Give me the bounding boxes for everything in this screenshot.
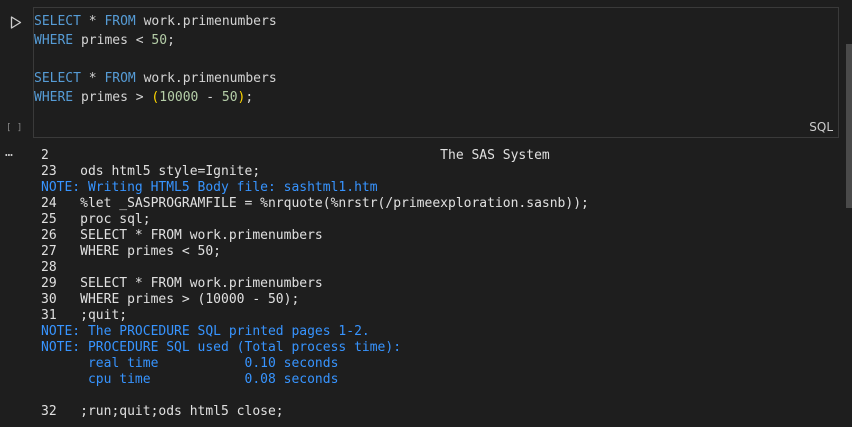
code-token: work.primenumbers — [135, 71, 277, 86]
log-line: 25 proc sql; — [41, 212, 151, 227]
code-token: FROM — [104, 14, 136, 29]
code-token: FROM — [104, 71, 136, 86]
log-line: 27 WHERE primes < 50; — [41, 244, 222, 259]
log-line: 31 ;quit; — [41, 308, 128, 323]
cell-language-label[interactable]: SQL — [809, 120, 833, 134]
code-token: SELECT — [34, 14, 81, 29]
log-line: 23 ods html5 style=Ignite; — [41, 164, 261, 179]
code-token: WHERE — [34, 33, 74, 48]
play-icon — [10, 15, 22, 29]
log-line: 24 %let _SASPROGRAMFILE = %nrquote(%nrst… — [41, 196, 589, 211]
code-line: WHERE primes > (10000 - 50); — [34, 88, 277, 107]
code-token: WHERE — [34, 90, 74, 105]
log-note-line: NOTE: PROCEDURE SQL used (Total process … — [41, 340, 402, 355]
cell-output-log: 2 The SAS System 23 ods html5 style=Ignit… — [41, 148, 589, 420]
code-token: primes < — [73, 33, 152, 48]
output-scrollbar[interactable] — [846, 44, 852, 208]
log-note-line: real time 0.10 seconds — [41, 356, 339, 371]
log-line: 30 WHERE primes > (10000 - 50); — [41, 292, 300, 307]
log-note-line: NOTE: The PROCEDURE SQL printed pages 1-… — [41, 324, 370, 339]
code-token: SELECT — [34, 71, 81, 86]
execution-status: [ ] — [6, 123, 23, 133]
code-token: work.primenumbers — [135, 14, 277, 29]
code-token: ; — [167, 33, 175, 48]
log-line: 2 The SAS System — [41, 148, 550, 163]
ellipsis-icon[interactable]: … — [5, 145, 13, 160]
code-token: * — [80, 71, 105, 86]
code-token: ; — [245, 90, 254, 105]
code-token: * — [80, 14, 105, 29]
code-token: - — [198, 90, 222, 105]
code-line: SELECT * FROM work.primenumbers — [34, 12, 277, 31]
log-line: 28 — [41, 260, 57, 275]
code-line: WHERE primes < 50; — [34, 31, 277, 50]
log-note-line: cpu time 0.08 seconds — [41, 372, 339, 387]
log-line: 32 ;run;quit;ods html5 close; — [41, 404, 284, 419]
log-line: 26 SELECT * FROM work.primenumbers — [41, 228, 323, 243]
run-cell-button[interactable] — [8, 14, 24, 30]
code-token: 10000 — [159, 90, 199, 105]
log-line: 29 SELECT * FROM work.primenumbers — [41, 276, 323, 291]
code-content: SELECT * FROM work.primenumbers WHERE pri… — [34, 12, 277, 107]
log-note-line: NOTE: Writing HTML5 Body file: sashtml1.… — [41, 180, 378, 195]
code-token: 50 — [221, 90, 238, 105]
code-token: primes > — [73, 90, 152, 105]
code-line: SELECT * FROM work.primenumbers — [34, 69, 277, 88]
code-token: 50 — [151, 33, 168, 48]
